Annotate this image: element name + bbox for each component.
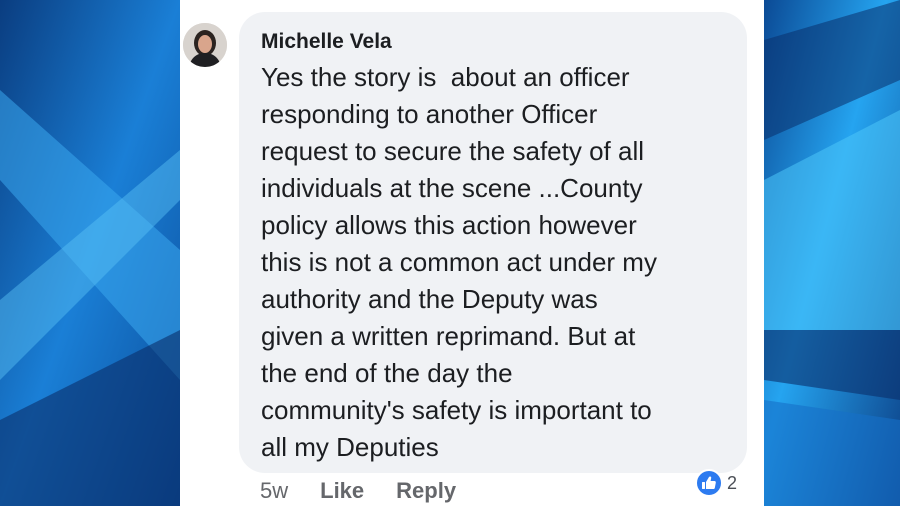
- avatar[interactable]: [183, 23, 227, 67]
- background-left: [0, 0, 180, 506]
- comment-line: community's safety is important to: [261, 395, 652, 425]
- comment-line: policy allows this action however: [261, 210, 637, 240]
- comment-line: the end of the day the: [261, 358, 513, 388]
- reaction-summary[interactable]: 2: [695, 468, 737, 498]
- comment-line: responding to another Officer: [261, 99, 598, 129]
- comment-line: authority and the Deputy was: [261, 284, 598, 314]
- comment-text: Yes the story is about an officer respon…: [261, 59, 741, 466]
- reply-button[interactable]: Reply: [396, 478, 456, 504]
- user-avatar-icon: [183, 23, 227, 67]
- comment-line: individuals at the scene ...County: [261, 173, 643, 203]
- like-button[interactable]: Like: [320, 478, 364, 504]
- comment-line: this is not a common act under my: [261, 247, 657, 277]
- background-right: [764, 0, 900, 506]
- comment-bubble: Michelle Vela Yes the story is about an …: [239, 12, 747, 473]
- comment-author[interactable]: Michelle Vela: [261, 30, 392, 54]
- comment-panel: Michelle Vela Yes the story is about an …: [180, 0, 764, 506]
- comment-line: given a written reprimand. But at: [261, 321, 636, 351]
- comment-line: Yes the story is about an officer: [261, 62, 630, 92]
- reaction-count: 2: [727, 472, 738, 493]
- comment-timestamp[interactable]: 5w: [260, 478, 288, 504]
- comment-actions: 5w Like Reply: [260, 478, 488, 504]
- comment-line: request to secure the safety of all: [261, 136, 644, 166]
- comment-line: all my Deputies: [261, 432, 439, 462]
- thumbs-up-icon: [695, 469, 723, 497]
